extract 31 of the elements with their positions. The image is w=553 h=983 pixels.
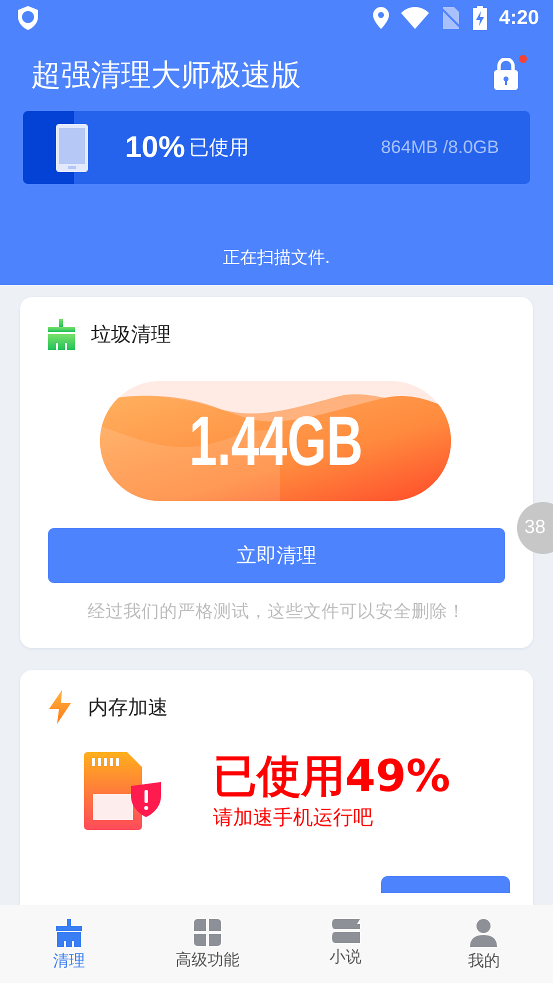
scan-status: 正在扫描文件. [222,248,330,268]
broom-icon [56,919,82,947]
location-icon [372,7,389,29]
memory-usage: 已使用49% [213,753,450,802]
stacked-books-icon [332,919,360,943]
storage-size: 864MB /8.0GB [380,137,499,158]
card-title: 内存加速 [88,694,168,720]
phone-icon [56,124,88,172]
clean-now-button[interactable]: 立即清理 [48,528,505,583]
shield-icon [16,5,40,31]
lock-icon[interactable] [493,58,519,90]
nav-tab[interactable]: 高级功能 [138,905,276,983]
card-title: 垃圾清理 [91,320,171,348]
wifi-icon [400,7,429,29]
status-time: 4:20 [498,6,539,30]
app-title: 超强清理大师极速版 [31,56,302,94]
nav-tab[interactable]: 我的 [414,905,553,983]
junk-amount: 1.44GB [188,406,362,476]
nav-tab[interactable]: 清理 [0,905,138,983]
usage-label: 已使用 [189,134,250,161]
lightning-icon [48,690,72,724]
broom-icon [48,318,75,350]
sd-card-warning-icon [84,752,161,832]
no-sim-icon [440,7,461,29]
four-petal-icon [194,919,221,946]
nav-tab[interactable]: 小说 [276,905,415,983]
person-icon [470,919,498,947]
battery-icon [472,6,487,30]
speed-up-hint: 请加速手机运行吧 [213,804,374,831]
usage-percent: 10% [125,130,186,164]
safety-note: 经过我们的严格测试，这些文件可以安全删除！ [88,602,466,622]
